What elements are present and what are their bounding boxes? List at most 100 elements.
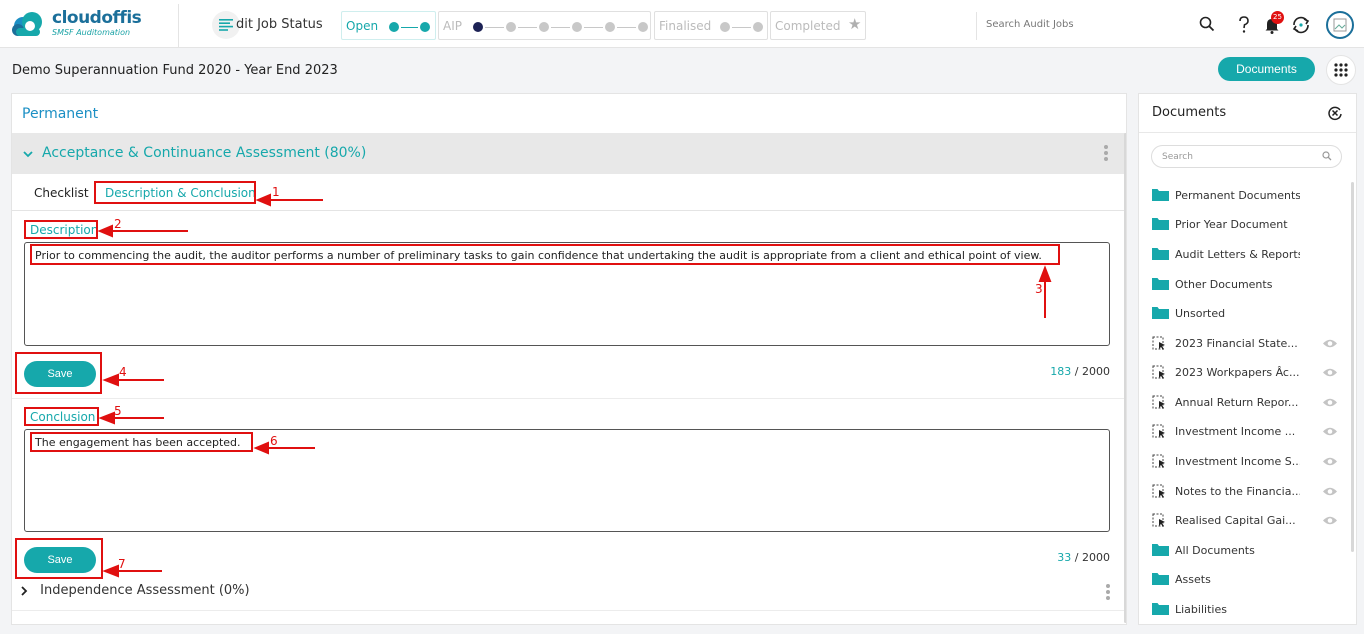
folder-all-documents[interactable]: All Documents xyxy=(1152,540,1347,562)
file-item[interactable]: Investment Income S... xyxy=(1152,451,1347,473)
folder-label: Prior Year Document xyxy=(1175,218,1288,231)
file-item[interactable]: 2023 Workpapers Âc... xyxy=(1152,362,1347,384)
permanent-heading: Permanent xyxy=(22,106,99,122)
file-label: Investment Income S... xyxy=(1175,455,1300,468)
stage-finalised[interactable]: Finalised xyxy=(654,11,768,40)
annotation-box xyxy=(15,352,102,394)
stage-label: Finalised xyxy=(659,19,712,33)
chevron-right-icon[interactable] xyxy=(20,585,28,596)
documents-button[interactable]: Documents xyxy=(1218,57,1315,81)
acceptance-section-header[interactable]: Acceptance & Continuance Assessment (80%… xyxy=(12,133,1126,174)
file-pointer-icon xyxy=(1152,336,1165,350)
folder-prior-year-document[interactable]: Prior Year Document xyxy=(1152,214,1347,236)
stage-step-dot xyxy=(720,22,730,32)
divider xyxy=(12,610,1126,611)
eye-icon[interactable] xyxy=(1322,515,1338,526)
annotation-box xyxy=(30,244,1060,265)
documents-search-input[interactable]: Search xyxy=(1151,145,1342,168)
file-pointer-icon xyxy=(1152,395,1165,409)
folder-icon xyxy=(1152,603,1169,615)
menu-lines-icon xyxy=(219,19,233,31)
folder-icon xyxy=(1152,218,1169,230)
conclusion-char-counter: 33 / 2000 xyxy=(1057,551,1110,564)
documents-panel: Documents Search Permanent Documents Pri… xyxy=(1138,93,1357,625)
divider xyxy=(1139,132,1356,133)
folder-icon xyxy=(1152,307,1169,319)
folder-label: Unsorted xyxy=(1175,307,1226,320)
file-item[interactable]: 2023 Financial State... xyxy=(1152,333,1347,355)
file-label: Notes to the Financia... xyxy=(1175,485,1300,498)
close-circle-icon[interactable] xyxy=(1327,105,1343,121)
folder-label: Assets xyxy=(1175,573,1211,586)
stage-label: AIP xyxy=(443,19,462,33)
kebab-menu-icon[interactable] xyxy=(1104,145,1108,163)
stage-step-dot xyxy=(638,22,648,32)
stage-open[interactable]: Open xyxy=(341,11,436,40)
file-item[interactable]: Notes to the Financia... xyxy=(1152,481,1347,503)
kebab-menu-icon[interactable] xyxy=(1106,584,1110,602)
stage-step-dot xyxy=(506,22,516,32)
stage-connector xyxy=(551,27,570,28)
top-bar: cloudoffis SMSF Auditomation dit Job Sta… xyxy=(0,0,1364,48)
description-char-max: / 2000 xyxy=(1074,365,1110,378)
tab-checklist[interactable]: Checklist xyxy=(34,186,89,200)
conclusion-char-max: / 2000 xyxy=(1074,551,1110,564)
search-icon[interactable] xyxy=(1322,151,1332,161)
eye-icon[interactable] xyxy=(1322,456,1338,467)
eye-icon[interactable] xyxy=(1322,338,1338,349)
search-icon[interactable] xyxy=(1199,16,1215,32)
folder-permanent-documents[interactable]: Permanent Documents xyxy=(1152,185,1347,207)
eye-icon[interactable] xyxy=(1322,486,1338,497)
main-panel: Permanent Acceptance & Continuance Asses… xyxy=(11,93,1127,625)
file-pointer-icon xyxy=(1152,424,1165,438)
star-icon: ★ xyxy=(848,15,862,33)
stage-aip[interactable]: AIP xyxy=(438,11,651,40)
folder-audit-letters-reports[interactable]: Audit Letters & Reports xyxy=(1152,244,1347,266)
user-avatar[interactable] xyxy=(1326,11,1354,39)
folder-liabilities[interactable]: Liabilities xyxy=(1152,599,1347,621)
refresh-sync-icon[interactable] xyxy=(1290,14,1312,36)
eye-icon[interactable] xyxy=(1322,426,1338,437)
description-char-counter: 183 / 2000 xyxy=(1050,365,1110,378)
annotation-box xyxy=(94,181,256,204)
conclusion-char-count: 33 xyxy=(1057,551,1072,564)
folder-unsorted[interactable]: Unsorted xyxy=(1152,303,1347,325)
eye-icon[interactable] xyxy=(1322,397,1338,408)
stage-step-dot xyxy=(539,22,549,32)
folder-label: All Documents xyxy=(1175,544,1255,557)
folder-assets[interactable]: Assets xyxy=(1152,569,1347,591)
eye-icon[interactable] xyxy=(1322,367,1338,378)
independence-section-title: Independence Assessment (0%) xyxy=(40,583,250,598)
cloudoffis-logo[interactable]: cloudoffis SMSF Auditomation xyxy=(10,7,175,41)
scrollbar[interactable] xyxy=(1124,133,1126,623)
search-input[interactable]: Search Audit Jobs xyxy=(986,19,1074,30)
chevron-down-icon[interactable] xyxy=(22,148,34,160)
logo-tagline: SMSF Auditomation xyxy=(52,28,131,37)
folder-label: Other Documents xyxy=(1175,278,1273,291)
file-item[interactable]: Annual Return Repor... xyxy=(1152,392,1347,414)
divider xyxy=(12,398,1126,399)
logo-name: cloudoffis xyxy=(52,8,142,28)
file-label: 2023 Workpapers Âc... xyxy=(1175,366,1300,379)
stage-connector xyxy=(732,27,751,28)
file-label: Realised Capital Gai... xyxy=(1175,514,1296,527)
apps-grid-button[interactable] xyxy=(1326,55,1356,85)
description-char-count: 183 xyxy=(1050,365,1072,378)
folder-icon xyxy=(1152,278,1169,290)
audit-job-status-label: dit Job Status xyxy=(236,17,323,32)
folder-other-documents[interactable]: Other Documents xyxy=(1152,274,1347,296)
stage-step-dot xyxy=(753,22,763,32)
scrollbar[interactable] xyxy=(1351,182,1354,552)
stage-completed[interactable]: Completed ★ xyxy=(770,11,866,40)
annotation-number: 6 xyxy=(270,434,278,448)
file-pointer-icon xyxy=(1152,365,1165,379)
help-icon[interactable] xyxy=(1237,16,1251,34)
stage-step-dot xyxy=(473,22,483,32)
stage-connector xyxy=(401,27,418,28)
independence-section-header[interactable]: Independence Assessment (0%) xyxy=(20,583,250,598)
annotation-number: 7 xyxy=(118,557,126,571)
cloud-logo-icon xyxy=(12,12,42,36)
file-item[interactable]: Investment Income ... xyxy=(1152,421,1347,443)
annotation-number: 5 xyxy=(114,404,122,418)
file-item[interactable]: Realised Capital Gai... xyxy=(1152,510,1347,532)
